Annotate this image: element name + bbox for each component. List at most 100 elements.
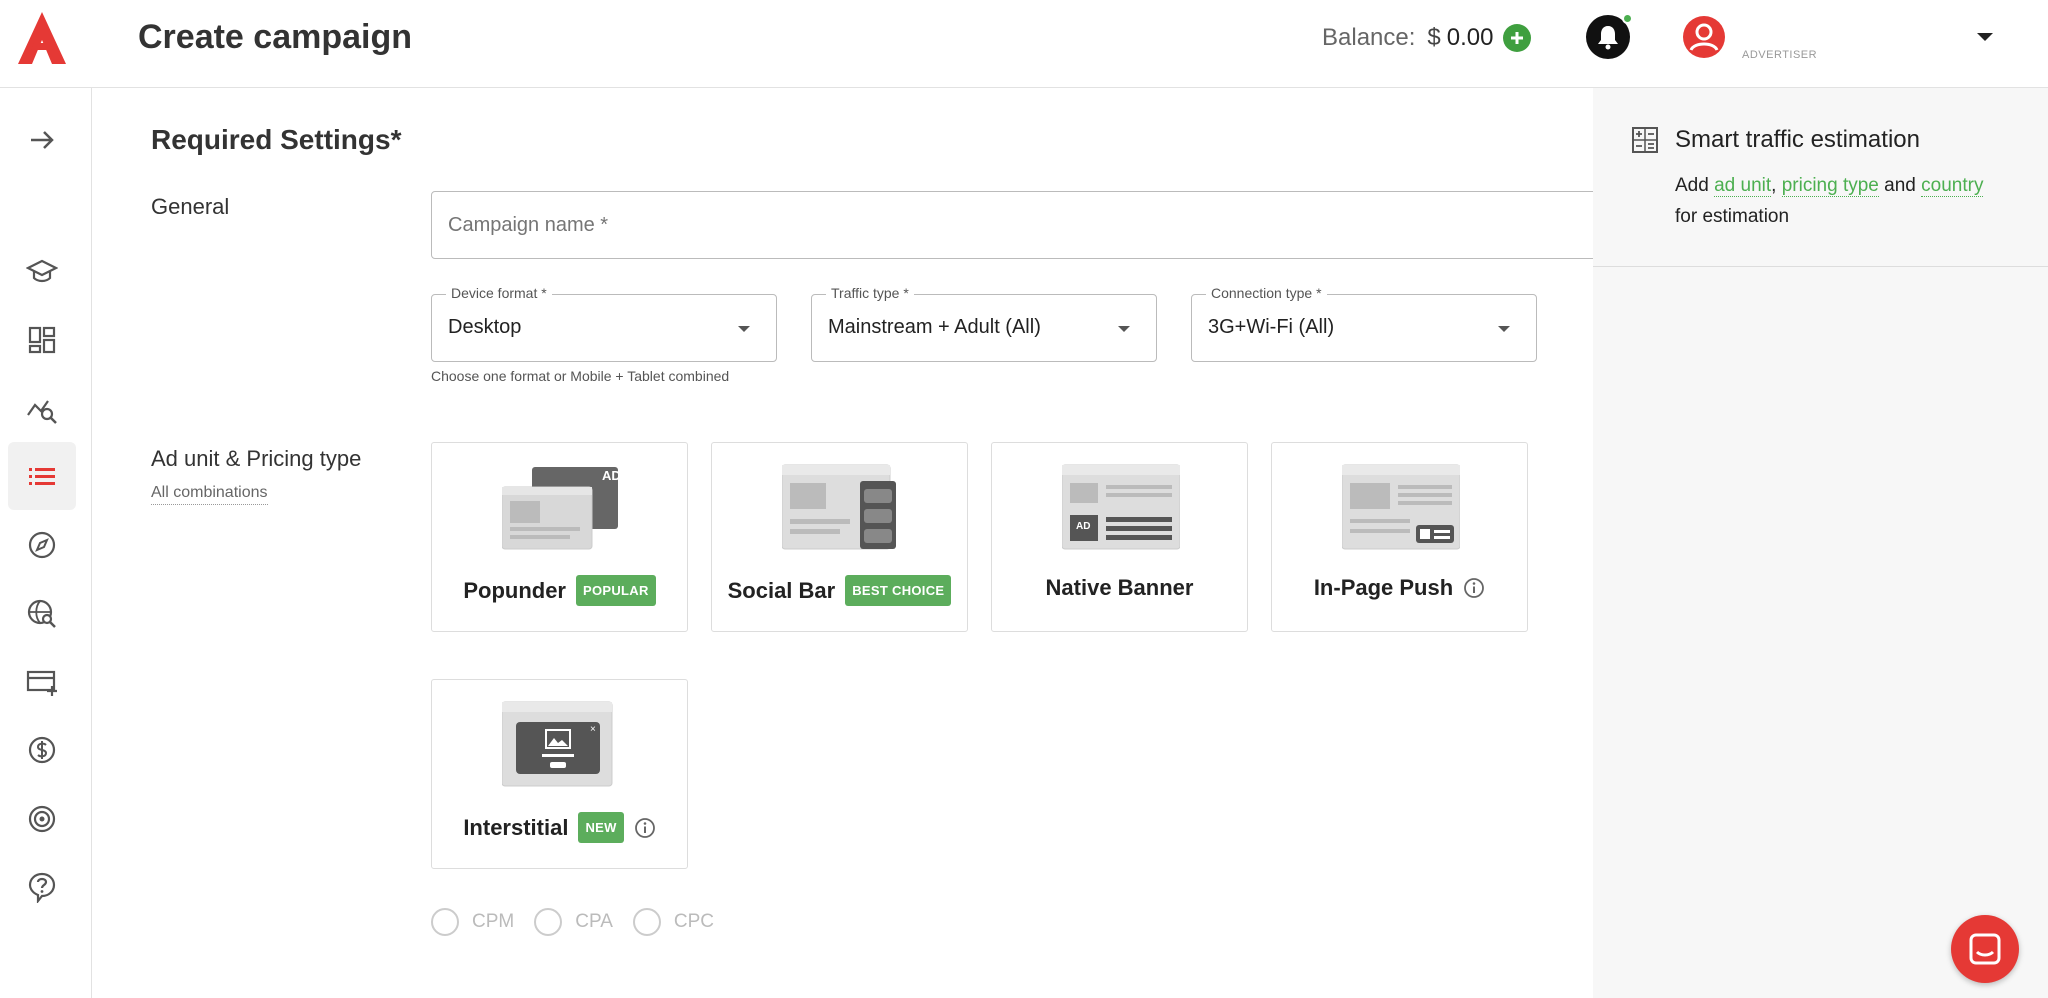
campaigns-list-icon: [29, 468, 55, 485]
radio-circle[interactable]: [534, 908, 563, 936]
estimation-text: Add ad unit, pricing type and country fo…: [1675, 170, 2015, 232]
chevron-down-icon: [738, 326, 750, 332]
avatar[interactable]: [1683, 16, 1725, 58]
radio-circle[interactable]: [632, 908, 661, 936]
bell-icon: [1598, 26, 1618, 50]
divider: [1593, 266, 2048, 267]
link-pricing-type[interactable]: pricing type: [1781, 175, 1879, 197]
radio-label: CPA: [575, 911, 613, 932]
calculator-icon: [1632, 127, 1658, 153]
device-format-helper: Choose one format or Mobile + Tablet com…: [431, 368, 730, 384]
sidebar-item-campaigns[interactable]: [8, 442, 76, 510]
adunit-label: Ad unit & Pricing type: [151, 446, 362, 471]
radio-cpa[interactable]: CPA: [534, 908, 613, 936]
estimation-text-end: for estimation: [1675, 206, 1790, 227]
device-format-select[interactable]: Device format * Desktop: [431, 285, 777, 362]
estimation-text-and: and: [1884, 175, 1916, 196]
ad-unit-card-in-page-push[interactable]: In-Page Push: [1271, 442, 1528, 632]
connection-type-select[interactable]: Connection type * 3G+Wi-Fi (All): [1191, 285, 1537, 362]
top-bar: Create campaign Balance: $ 0.00 ADVERTIS…: [0, 0, 2048, 88]
device-format-label: Device format *: [446, 285, 552, 301]
native-banner-icon: AD: [1062, 464, 1180, 550]
sidebar-item-explore[interactable]: [8, 511, 76, 579]
campaign-name-input[interactable]: [431, 191, 1628, 259]
chevron-down-icon[interactable]: [1977, 33, 1993, 41]
connection-type-label: Connection type *: [1206, 285, 1327, 301]
ad-unit-name: In-Page Push: [1313, 575, 1454, 600]
info-icon[interactable]: [1463, 577, 1485, 599]
badge-popular: POPULAR: [576, 575, 656, 606]
section-title: Required Settings*: [151, 124, 402, 155]
svg-text:AD: AD: [1076, 521, 1090, 532]
traffic-type-label: Traffic type *: [826, 285, 914, 301]
estimation-title: Smart traffic estimation: [1675, 126, 1920, 153]
ad-unit-card-native-banner[interactable]: AD Native Banner: [991, 442, 1248, 632]
sidebar-item-dashboard[interactable]: [8, 306, 76, 374]
statistics-icon: [27, 400, 57, 424]
info-icon[interactable]: [634, 817, 656, 839]
general-label: General: [151, 194, 230, 219]
radio-label: CPC: [673, 911, 715, 932]
plus-icon: [1511, 32, 1524, 44]
chat-button[interactable]: [1951, 915, 2019, 983]
radio-label: CPM: [472, 911, 515, 932]
page-title: Create campaign: [138, 18, 412, 56]
device-format-value: Desktop: [448, 316, 522, 338]
pricing-type-group: CPM CPA CPC: [431, 908, 734, 936]
user-role: ADVERTISER: [1742, 49, 1818, 61]
sidebar-item-billing[interactable]: [8, 716, 76, 784]
main-content: Required Settings* General Device format…: [92, 88, 1628, 998]
dashboard-icon: [28, 326, 56, 354]
chat-icon: [1969, 933, 2001, 965]
sidebar: [0, 88, 92, 998]
all-combinations-link[interactable]: All combinations: [151, 484, 268, 505]
sidebar-item-academy[interactable]: [8, 237, 76, 305]
balance-currency: $: [1427, 24, 1441, 51]
social-bar-icon: [782, 464, 896, 550]
radio-cpm[interactable]: CPM: [431, 908, 514, 936]
add-funds-button[interactable]: [1503, 24, 1532, 52]
help-icon: [28, 872, 56, 903]
estimation-panel: Smart traffic estimation Add ad unit, pr…: [1593, 88, 2048, 998]
link-ad-unit[interactable]: ad unit: [1714, 175, 1772, 197]
user-icon: [1689, 23, 1719, 51]
estimation-text-comma: ,: [1771, 175, 1777, 196]
chevron-down-icon: [1118, 326, 1130, 332]
svg-text:AD: AD: [602, 468, 620, 483]
radio-cpc[interactable]: CPC: [632, 908, 715, 936]
target-icon: [28, 805, 56, 833]
globe-search-icon: [27, 599, 56, 628]
balance: Balance: $ 0.00: [1322, 24, 1532, 52]
badge-new: NEW: [578, 812, 624, 843]
sidebar-item-referral[interactable]: [8, 785, 76, 853]
popunder-icon: AD: [502, 467, 620, 550]
notification-dot: [1622, 13, 1633, 24]
interstitial-icon: ×: [502, 701, 613, 787]
sidebar-item-payments[interactable]: [8, 648, 76, 716]
arrow-right-icon: [31, 131, 54, 149]
traffic-type-select[interactable]: Traffic type * Mainstream + Adult (All): [811, 285, 1157, 362]
dollar-icon: [28, 736, 56, 764]
sidebar-item-targeting[interactable]: [8, 580, 76, 648]
badge-best-choice: BEST CHOICE: [845, 575, 952, 606]
sidebar-item-help[interactable]: [8, 853, 76, 921]
ad-unit-card-interstitial[interactable]: × Interstitial NEW: [431, 679, 688, 869]
sidebar-expand-button[interactable]: [8, 106, 76, 174]
ad-unit-name: Interstitial: [463, 814, 569, 840]
sidebar-item-statistics[interactable]: [8, 375, 76, 443]
add-payment-icon: [26, 670, 57, 696]
balance-amount: 0.00: [1446, 24, 1494, 51]
chevron-down-icon: [1498, 326, 1510, 332]
ad-unit-card-popunder[interactable]: AD Popunder POPULAR: [431, 442, 688, 632]
connection-type-value: 3G+Wi-Fi (All): [1208, 316, 1335, 338]
radio-circle[interactable]: [431, 908, 459, 936]
ad-unit-name: Social Bar: [727, 577, 836, 603]
estimation-text-add: Add: [1675, 175, 1709, 196]
logo-icon[interactable]: [14, 10, 70, 66]
ad-unit-card-social-bar[interactable]: Social Bar BEST CHOICE: [711, 442, 968, 632]
svg-text:×: ×: [590, 724, 596, 735]
link-country[interactable]: country: [1921, 175, 1984, 197]
graduation-cap-icon: [26, 259, 58, 283]
ad-unit-name: Native Banner: [1045, 575, 1194, 600]
traffic-type-value: Mainstream + Adult (All): [828, 316, 1041, 338]
